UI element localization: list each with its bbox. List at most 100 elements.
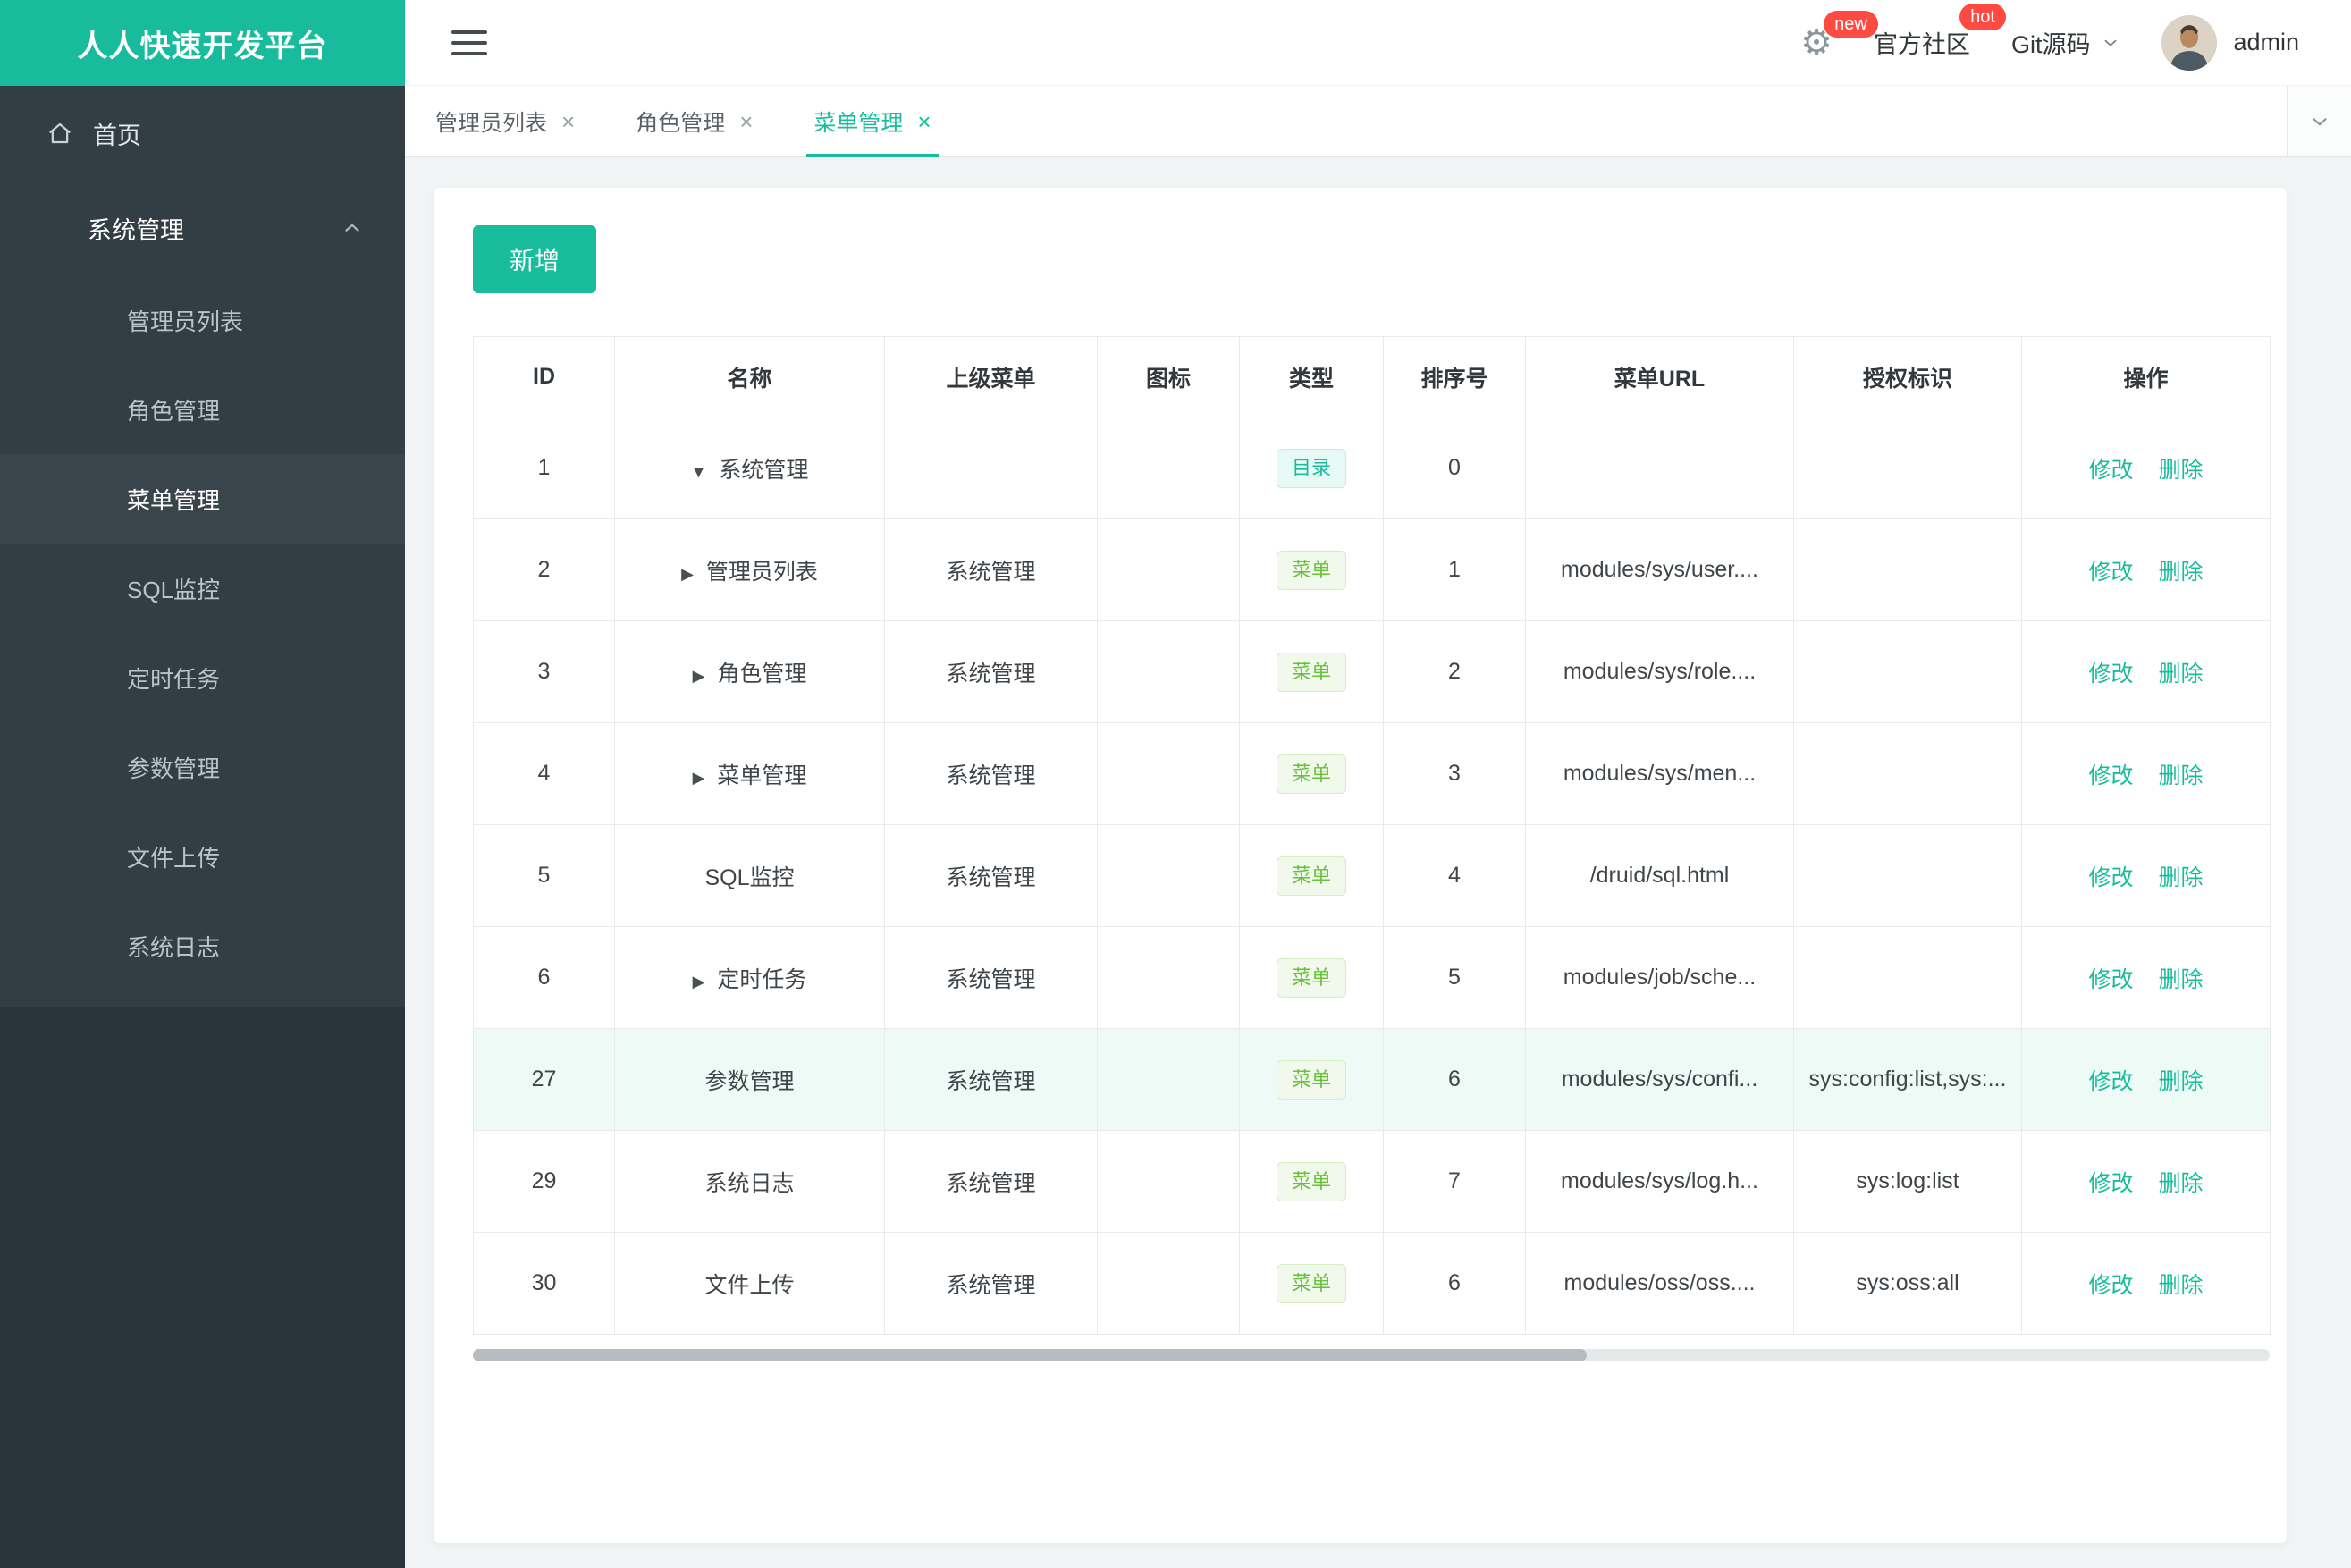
delete-link[interactable]: 删除	[2159, 763, 2204, 788]
edit-link[interactable]: 修改	[2088, 458, 2133, 483]
cell-name: 文件上传	[614, 1232, 885, 1335]
edit-link[interactable]: 修改	[2088, 560, 2133, 585]
type-badge: 菜单	[1276, 856, 1346, 896]
sidebar-item[interactable]: 角色管理	[0, 365, 405, 454]
delete-link[interactable]: 删除	[2159, 662, 2204, 687]
cell-url: modules/oss/oss....	[1525, 1232, 1794, 1335]
user-menu[interactable]: admin	[2161, 14, 2299, 71]
add-button[interactable]: 新增	[473, 225, 596, 293]
horizontal-scrollbar-track[interactable]	[473, 1349, 2270, 1361]
new-badge: new	[1824, 10, 1878, 38]
cell-icon	[1097, 620, 1240, 723]
settings-button[interactable]: ⚙ new	[1800, 10, 1878, 61]
sidebar-item-label: 定时任务	[127, 665, 221, 693]
tab-list-dropdown-button[interactable]	[2287, 86, 2351, 156]
tree-caret-icon[interactable]: ▼	[691, 463, 707, 481]
cell-id: 3	[473, 620, 615, 723]
delete-link[interactable]: 删除	[2159, 865, 2204, 890]
table-header-cell: 排序号	[1383, 336, 1526, 417]
table-header-cell: 类型	[1239, 336, 1384, 417]
menu-name: 系统管理	[719, 457, 809, 483]
tab-close-icon[interactable]: ×	[917, 110, 931, 133]
cell-actions: 修改 删除	[2021, 824, 2271, 927]
sidebar-item[interactable]: SQL监控	[0, 544, 405, 633]
table-row: 6 ▶ 定时任务 系统管理 菜单 5 modules/job/sche... 修改…	[473, 926, 2271, 1029]
home-icon	[46, 120, 73, 147]
menu-name: SQL监控	[704, 864, 795, 890]
type-badge: 菜单	[1276, 1263, 1346, 1303]
table-header-cell: 菜单URL	[1525, 336, 1794, 417]
main-area: ⚙ new 官方社区 hot Git源码 admin 管理员列表 × 角色管理 …	[405, 0, 2351, 1568]
cell-order: 3	[1383, 722, 1526, 825]
delete-link[interactable]: 删除	[2159, 1069, 2204, 1094]
sidebar-item-home[interactable]: 首页	[0, 86, 405, 181]
cell-order: 4	[1383, 824, 1526, 927]
cell-id: 5	[473, 824, 615, 927]
cell-parent: 系统管理	[884, 824, 1098, 927]
cell-perms: sys:config:list,sys:...	[1793, 1028, 2022, 1131]
table-row: 27 参数管理 系统管理 菜单 6 modules/sys/confi... s…	[473, 1028, 2271, 1131]
tab[interactable]: 菜单管理 ×	[783, 86, 961, 157]
menu-name: 角色管理	[717, 661, 807, 687]
sidebar-item[interactable]: 定时任务	[0, 633, 405, 722]
delete-link[interactable]: 删除	[2159, 560, 2204, 585]
content-area: 新增 ID 名称 上级菜单 图标 类型 排序号 菜单URL 授权标识 操作 1 ▼ 系统管理 目录…	[405, 157, 2351, 1568]
cell-icon	[1097, 722, 1240, 825]
chevron-up-icon	[341, 216, 364, 240]
user-name: admin	[2233, 29, 2299, 55]
git-label: Git源码	[2010, 31, 2091, 58]
tree-caret-icon[interactable]: ▶	[693, 769, 705, 787]
edit-link[interactable]: 修改	[2088, 662, 2133, 687]
cell-id: 29	[473, 1130, 615, 1233]
community-link[interactable]: 官方社区 hot	[1873, 4, 2006, 60]
tab-close-icon[interactable]: ×	[561, 110, 575, 133]
horizontal-scrollbar-thumb[interactable]	[473, 1349, 1588, 1361]
table-header-cell: 名称	[614, 336, 885, 417]
cell-perms	[1793, 620, 2022, 723]
cell-name: 系统日志	[614, 1130, 885, 1233]
table-row: 2 ▶ 管理员列表 系统管理 菜单 1 modules/sys/user.... …	[473, 518, 2271, 621]
cell-url: modules/sys/log.h...	[1525, 1130, 1794, 1233]
edit-link[interactable]: 修改	[2088, 1069, 2133, 1094]
cell-url: modules/sys/confi...	[1525, 1028, 1794, 1131]
cell-id: 27	[473, 1028, 615, 1131]
sidebar-item[interactable]: 管理员列表	[0, 275, 405, 365]
cell-type: 菜单	[1239, 1232, 1384, 1335]
delete-link[interactable]: 删除	[2159, 1273, 2204, 1298]
tab-close-icon[interactable]: ×	[739, 110, 753, 133]
tree-caret-icon[interactable]: ▶	[693, 667, 705, 685]
tree-caret-icon[interactable]: ▶	[681, 565, 694, 583]
sidebar-item[interactable]: 文件上传	[0, 812, 405, 901]
edit-link[interactable]: 修改	[2088, 865, 2133, 890]
cell-type: 菜单	[1239, 722, 1384, 825]
cell-actions: 修改 删除	[2021, 620, 2271, 723]
cell-type: 菜单	[1239, 824, 1384, 927]
cell-url: modules/sys/role....	[1525, 620, 1794, 723]
git-source-link[interactable]: Git源码	[2011, 25, 2121, 60]
community-label: 官方社区	[1873, 31, 1970, 58]
topbar-right: ⚙ new 官方社区 hot Git源码 admin	[1800, 4, 2299, 71]
sidebar-item[interactable]: 参数管理	[0, 722, 405, 812]
sidebar-item[interactable]: 系统日志	[0, 901, 405, 991]
edit-link[interactable]: 修改	[2088, 1273, 2133, 1298]
delete-link[interactable]: 删除	[2159, 967, 2204, 992]
menu-name: 管理员列表	[705, 559, 818, 585]
tree-caret-icon[interactable]: ▶	[693, 973, 705, 991]
tab[interactable]: 角色管理 ×	[605, 86, 783, 156]
delete-link[interactable]: 删除	[2159, 458, 2204, 483]
tab[interactable]: 管理员列表 ×	[405, 86, 605, 156]
sidebar-item-label: 参数管理	[127, 754, 221, 782]
hamburger-menu-icon[interactable]	[450, 25, 489, 61]
menu-name: 定时任务	[717, 966, 807, 992]
chevron-down-icon	[2308, 110, 2331, 133]
cell-perms	[1793, 824, 2022, 927]
edit-link[interactable]: 修改	[2088, 763, 2133, 788]
sidebar-item[interactable]: 菜单管理	[0, 454, 405, 544]
cell-parent: 系统管理	[884, 926, 1098, 1029]
delete-link[interactable]: 删除	[2159, 1171, 2204, 1196]
cell-id: 1	[473, 417, 615, 519]
sidebar-item-label: 菜单管理	[127, 486, 221, 514]
edit-link[interactable]: 修改	[2088, 1171, 2133, 1196]
sidebar-group-system[interactable]: 系统管理	[0, 181, 405, 275]
edit-link[interactable]: 修改	[2088, 967, 2133, 992]
